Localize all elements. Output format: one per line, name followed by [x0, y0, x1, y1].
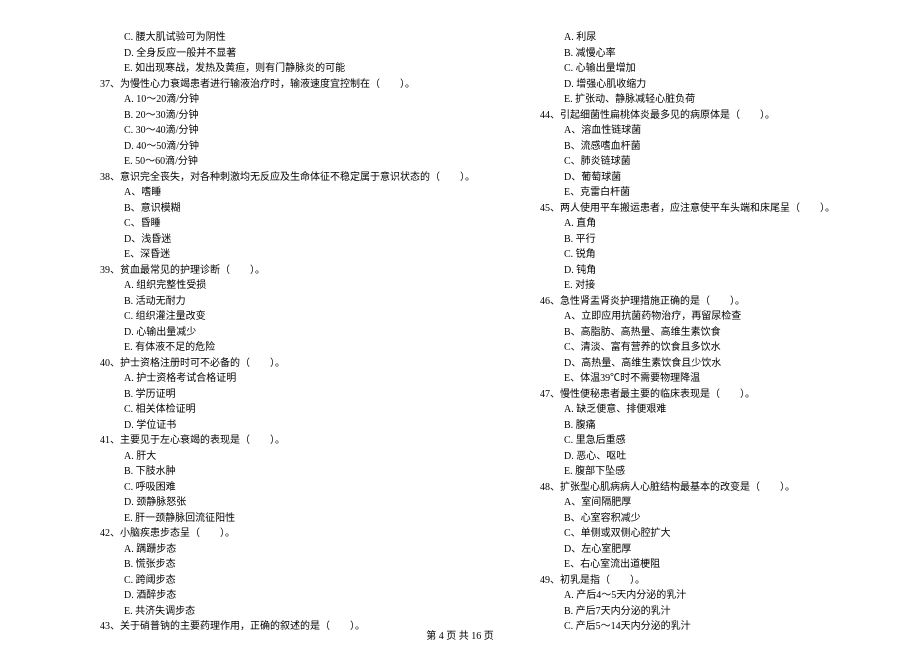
option-line: C. 心输出量增加 — [540, 61, 860, 77]
option-line: A. 护士资格考试合格证明 — [100, 371, 420, 387]
option-line: C. 30～40滴/分钟 — [100, 123, 420, 139]
option-line: D. 40～50滴/分钟 — [100, 139, 420, 155]
option-line: B、心室容积减少 — [540, 511, 860, 527]
option-line: D. 学位证书 — [100, 418, 420, 434]
option-line: A. 产后4～5天内分泌的乳汁 — [540, 588, 860, 604]
page-footer: 第 4 页 共 16 页 — [0, 627, 920, 642]
option-line: D. 恶心、呕吐 — [540, 449, 860, 465]
option-line: B. 慌张步态 — [100, 557, 420, 573]
option-line: A. 组织完整性受损 — [100, 278, 420, 294]
question-line: 40、护士资格注册时可不必备的（ ）。 — [100, 356, 420, 372]
question-line: 47、慢性便秘患者最主要的临床表现是（ ）。 — [540, 387, 860, 403]
option-line: B. 学历证明 — [100, 387, 420, 403]
question-line: 44、引起细菌性扁桃体炎最多见的病原体是（ ）。 — [540, 108, 860, 124]
question-line: 45、两人使用平车搬运患者，应注意使平车头端和床尾呈（ ）。 — [540, 201, 860, 217]
option-line: D、浅昏迷 — [100, 232, 420, 248]
option-line: E. 50～60滴/分钟 — [100, 154, 420, 170]
option-line: D. 心输出量减少 — [100, 325, 420, 341]
option-line: B. 20～30滴/分钟 — [100, 108, 420, 124]
option-line: B、高脂肪、高热量、高维生素饮食 — [540, 325, 860, 341]
option-line: C、清淡、富有营养的饮食且多饮水 — [540, 340, 860, 356]
question-line: 46、急性肾盂肾炎护理措施正确的是（ ）。 — [540, 294, 860, 310]
option-line: B. 腹痛 — [540, 418, 860, 434]
option-line: B. 减慢心率 — [540, 46, 860, 62]
option-line: B. 平行 — [540, 232, 860, 248]
option-line: C. 里急后重感 — [540, 433, 860, 449]
option-line: A. 蹒跚步态 — [100, 542, 420, 558]
option-line: D. 颈静脉怒张 — [100, 495, 420, 511]
option-line: A、溶血性链球菌 — [540, 123, 860, 139]
option-line: D、高热量、高维生素饮食且少饮水 — [540, 356, 860, 372]
question-line: 39、贫血最常见的护理诊断（ ）。 — [100, 263, 420, 279]
option-line: C. 腰大肌试验可为阴性 — [100, 30, 420, 46]
option-line: B. 活动无耐力 — [100, 294, 420, 310]
question-line: 38、意识完全丧失，对各种刺激均无反应及生命体征不稳定属于意识状态的（ ）。 — [100, 170, 420, 186]
question-line: 37、为慢性心力衰竭患者进行输液治疗时，输液速度宜控制在（ ）。 — [100, 77, 420, 93]
option-line: B. 产后7天内分泌的乳汁 — [540, 604, 860, 620]
option-line: C、肺炎链球菌 — [540, 154, 860, 170]
option-line: C. 组织灌注量改变 — [100, 309, 420, 325]
option-line: A、嗜睡 — [100, 185, 420, 201]
option-line: E. 共济失调步态 — [100, 604, 420, 620]
option-line: A、室间隔肥厚 — [540, 495, 860, 511]
option-line: A. 肝大 — [100, 449, 420, 465]
option-line: E、右心室流出道梗阻 — [540, 557, 860, 573]
option-line: E、体温39℃时不需要物理降温 — [540, 371, 860, 387]
option-line: B. 下肢水肿 — [100, 464, 420, 480]
option-line: E. 如出现寒战，发热及黄疸，则有门静脉炎的可能 — [100, 61, 420, 77]
left-column: C. 腰大肌试验可为阴性D. 全身反应一般并不显著E. 如出现寒战，发热及黄疸，… — [0, 30, 460, 620]
option-line: D、葡萄球菌 — [540, 170, 860, 186]
option-line: A. 缺乏便意、排便艰难 — [540, 402, 860, 418]
option-line: C. 相关体检证明 — [100, 402, 420, 418]
question-line: 49、初乳是指（ ）。 — [540, 573, 860, 589]
option-line: E、克雷白杆菌 — [540, 185, 860, 201]
option-line: A. 10～20滴/分钟 — [100, 92, 420, 108]
option-line: C. 锐角 — [540, 247, 860, 263]
option-line: D. 钝角 — [540, 263, 860, 279]
option-line: E、深昏迷 — [100, 247, 420, 263]
option-line: E. 对接 — [540, 278, 860, 294]
question-line: 48、扩张型心肌病病人心脏结构最基本的改变是（ ）。 — [540, 480, 860, 496]
option-line: E. 有体液不足的危险 — [100, 340, 420, 356]
option-line: E. 肝一颈静脉回流征阳性 — [100, 511, 420, 527]
option-line: C、昏睡 — [100, 216, 420, 232]
option-line: D. 酒醉步态 — [100, 588, 420, 604]
option-line: E. 扩张动、静脉减轻心脏负荷 — [540, 92, 860, 108]
page-columns: C. 腰大肌试验可为阴性D. 全身反应一般并不显著E. 如出现寒战，发热及黄疸，… — [0, 30, 920, 620]
option-line: D、左心室肥厚 — [540, 542, 860, 558]
question-line: 42、小脑疾患步态呈（ ）。 — [100, 526, 420, 542]
option-line: D. 全身反应一般并不显著 — [100, 46, 420, 62]
right-column: A. 利尿B. 减慢心率C. 心输出量增加D. 增强心肌收缩力E. 扩张动、静脉… — [460, 30, 920, 620]
option-line: B、意识模糊 — [100, 201, 420, 217]
option-line: E. 腹部下坠感 — [540, 464, 860, 480]
option-line: A. 直角 — [540, 216, 860, 232]
option-line: A、立即应用抗菌药物治疗，再留尿检查 — [540, 309, 860, 325]
option-line: C. 跨阈步态 — [100, 573, 420, 589]
option-line: D. 增强心肌收缩力 — [540, 77, 860, 93]
option-line: A. 利尿 — [540, 30, 860, 46]
option-line: C. 呼吸困难 — [100, 480, 420, 496]
question-line: 41、主要见于左心衰竭的表现是（ ）。 — [100, 433, 420, 449]
option-line: C、单侧或双侧心腔扩大 — [540, 526, 860, 542]
option-line: B、流感嗜血杆菌 — [540, 139, 860, 155]
